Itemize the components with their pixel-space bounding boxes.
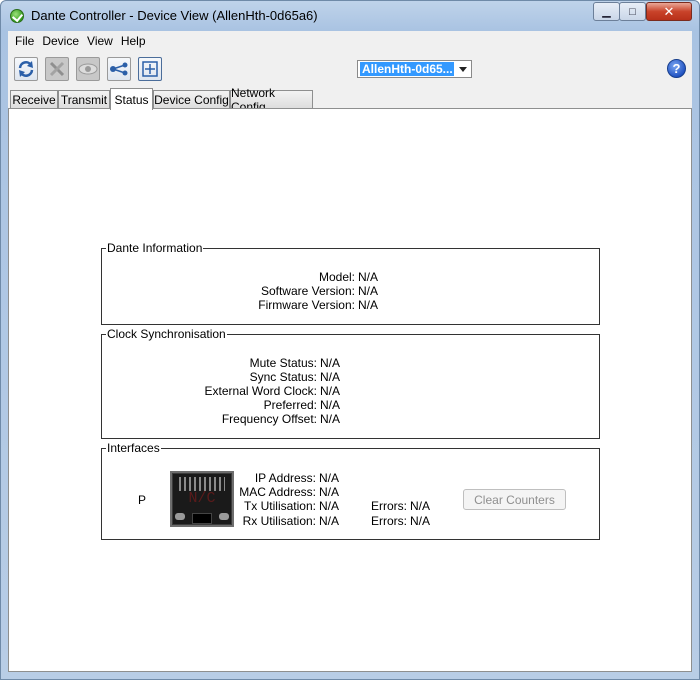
model-value: N/A [358, 270, 379, 284]
firmware-version-value: N/A [358, 298, 379, 312]
network-icon [110, 62, 128, 76]
network-button[interactable] [107, 57, 131, 81]
minimize-button[interactable]: ▁ [593, 2, 620, 21]
software-version-row: Software Version: N/A [102, 284, 378, 298]
maximize-button[interactable]: □ [619, 2, 646, 21]
interfaces-group: Interfaces P N/C IP Address: N/A MAC Add… [101, 441, 600, 540]
model-label: Model: [318, 270, 355, 284]
window-title: Dante Controller - Device View (AllenHth… [31, 8, 318, 23]
chevron-down-icon [459, 67, 467, 72]
clock-synchronisation-title: Clock Synchronisation [106, 327, 227, 341]
title-bar[interactable]: Dante Controller - Device View (AllenHth… [1, 1, 699, 31]
ip-address-value: N/A [319, 471, 340, 485]
software-version-label: Software Version: [260, 284, 355, 298]
help-icon[interactable]: ? [667, 59, 686, 78]
tab-transmit[interactable]: Transmit [58, 90, 110, 109]
toolbar: AllenHth-0d65... ? [8, 51, 692, 88]
dante-information-title: Dante Information [106, 241, 204, 255]
firmware-version-row: Firmware Version: N/A [102, 298, 378, 312]
ip-address-label: IP Address: [254, 471, 316, 485]
preferred-row: Preferred: N/A [102, 398, 340, 412]
external-word-clock-row: External Word Clock: N/A [102, 384, 341, 398]
tools-icon [49, 61, 65, 77]
sync-status-label: Sync Status: [249, 370, 317, 384]
ip-address-row: IP Address: N/A [102, 471, 339, 485]
menu-view[interactable]: View [83, 34, 117, 48]
dante-app-icon [10, 9, 24, 23]
device-select[interactable]: AllenHth-0d65... [357, 60, 472, 78]
eye-icon [78, 63, 98, 75]
tx-utilisation-label: Tx Utilisation: [243, 499, 316, 513]
mac-address-row: MAC Address: N/A [102, 485, 339, 499]
firmware-version-label: Firmware Version: [258, 298, 355, 312]
rx-utilisation-label: Rx Utilisation: [242, 514, 316, 528]
frequency-offset-label: Frequency Offset: [221, 412, 317, 426]
preferred-value: N/A [320, 398, 341, 412]
tab-bar: Receive Transmit Status Device Config Ne… [8, 86, 692, 114]
tx-utilisation-value: N/A [319, 499, 340, 513]
menu-bar: File Device View Help [8, 31, 692, 51]
external-word-clock-label: External Word Clock: [204, 384, 317, 398]
interfaces-title: Interfaces [106, 441, 161, 455]
rx-errors-label: Errors: [371, 514, 407, 528]
app-window: Dante Controller - Device View (AllenHth… [0, 0, 700, 680]
preferred-label: Preferred: [263, 398, 317, 412]
frequency-offset-value: N/A [320, 412, 341, 426]
tab-status[interactable]: Status [110, 88, 153, 110]
add-panel-button[interactable] [138, 57, 162, 81]
tab-network-config[interactable]: Network Config [230, 86, 313, 114]
menu-file[interactable]: File [11, 34, 38, 48]
mac-address-label: MAC Address: [239, 485, 316, 499]
clear-counters-button[interactable]: Clear Counters [463, 489, 566, 510]
model-row: Model: N/A [102, 270, 378, 284]
close-button[interactable]: ✕ [646, 2, 692, 21]
mac-address-value: N/A [319, 485, 340, 499]
mute-status-value: N/A [320, 356, 341, 370]
tab-receive[interactable]: Receive [10, 90, 58, 109]
refresh-icon [18, 61, 34, 77]
device-tools-button[interactable] [45, 57, 69, 81]
add-panel-icon [142, 61, 158, 77]
status-panel: Dante Information Model: N/A Software Ve… [8, 108, 692, 672]
rx-utilisation-value: N/A [319, 514, 340, 528]
tx-errors-label: Errors: [371, 499, 407, 513]
view-button[interactable] [76, 57, 100, 81]
sync-status-row: Sync Status: N/A [102, 370, 340, 384]
rx-errors-value: N/A [410, 514, 431, 528]
rx-errors-row: Errors: N/A [371, 514, 430, 528]
mute-status-row: Mute Status: N/A [102, 356, 340, 370]
frequency-offset-row: Frequency Offset: N/A [102, 412, 340, 426]
sync-status-value: N/A [320, 370, 341, 384]
menu-help[interactable]: Help [117, 34, 150, 48]
external-word-clock-value: N/A [320, 384, 341, 398]
rx-utilisation-row: Rx Utilisation: N/A [102, 514, 339, 528]
tab-device-config[interactable]: Device Config [153, 90, 230, 109]
menu-device[interactable]: Device [38, 34, 83, 48]
tx-errors-row: Errors: N/A [371, 499, 430, 513]
refresh-button[interactable] [14, 57, 38, 81]
software-version-value: N/A [358, 284, 379, 298]
device-select-value: AllenHth-0d65... [360, 62, 454, 76]
dante-information-group: Dante Information Model: N/A Software Ve… [101, 241, 600, 325]
tx-utilisation-row: Tx Utilisation: N/A [102, 499, 339, 513]
clock-synchronisation-group: Clock Synchronisation Mute Status: N/A S… [101, 327, 600, 439]
mute-status-label: Mute Status: [249, 356, 317, 370]
tx-errors-value: N/A [410, 499, 431, 513]
